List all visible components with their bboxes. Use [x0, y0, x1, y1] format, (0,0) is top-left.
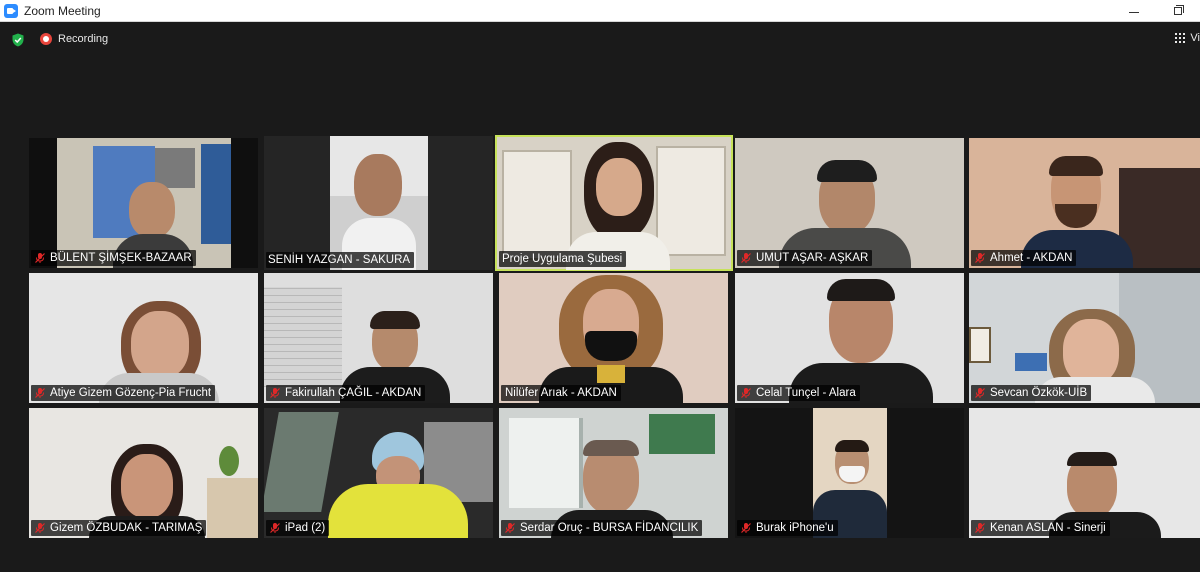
participant-tile[interactable]: BÜLENT ŞİMŞEK-BAZAAR — [29, 138, 258, 268]
name-tag: Atiye Gizem Gözenç-Pia Frucht — [31, 385, 216, 401]
name-tag: SENİH YAZGAN - SAKURA — [266, 252, 415, 268]
participant-tile[interactable]: Nilüfer Arıak - AKDAN — [499, 273, 728, 403]
name-tag: Kenan ASLAN - Sinerji — [971, 520, 1110, 536]
video-feed — [29, 408, 258, 538]
participant-tile[interactable]: Serdar Oruç - BURSA FİDANCILIK — [499, 408, 728, 538]
participant-name: Proje Uygulama Şubesi — [502, 253, 623, 265]
mic-muted-icon — [270, 523, 280, 533]
name-tag: Fakirullah ÇAĞIL - AKDAN — [266, 385, 426, 401]
participant-tile[interactable]: Fakirullah ÇAĞIL - AKDAN — [264, 273, 493, 403]
name-tag: Sevcan Özkök-UİB — [971, 385, 1092, 401]
video-feed — [499, 408, 728, 538]
name-tag: Gizem ÖZBUDAK - TARIMAŞ — [31, 520, 207, 536]
video-feed — [330, 136, 428, 270]
name-tag: Ahmet - AKDAN — [971, 250, 1077, 266]
name-tag: iPad (2) — [266, 520, 330, 536]
video-feed — [969, 138, 1200, 268]
video-feed — [499, 273, 728, 403]
participant-name: iPad (2) — [285, 522, 326, 534]
name-tag: BÜLENT ŞİMŞEK-BAZAAR — [31, 250, 196, 266]
mic-muted-icon — [270, 388, 280, 398]
participant-tile-active-speaker[interactable]: Proje Uygulama Şubesi — [495, 135, 733, 271]
mic-muted-icon — [975, 523, 985, 533]
video-feed — [813, 408, 887, 538]
participant-name: Burak iPhone'u — [756, 522, 834, 534]
name-tag: Nilüfer Arıak - AKDAN — [501, 385, 621, 401]
mic-muted-icon — [505, 523, 515, 533]
participant-tile[interactable]: Sevcan Özkök-UİB — [969, 273, 1200, 403]
participant-tile[interactable]: SENİH YAZGAN - SAKURA — [264, 136, 493, 270]
video-feed — [496, 136, 732, 270]
participant-tile[interactable]: Burak iPhone'u — [735, 408, 964, 538]
video-feed — [735, 138, 964, 268]
participant-name: SENİH YAZGAN - SAKURA — [268, 254, 411, 266]
participant-name: BÜLENT ŞİMŞEK-BAZAAR — [50, 252, 192, 264]
participant-tile[interactable]: Atiye Gizem Gözenç-Pia Frucht — [29, 273, 258, 403]
video-feed — [264, 408, 493, 538]
name-tag: Serdar Oruç - BURSA FİDANCILIK — [501, 520, 703, 536]
mic-muted-icon — [741, 253, 751, 263]
participant-name: Serdar Oruç - BURSA FİDANCILIK — [520, 522, 699, 534]
name-tag: Celal Tunçel - Alara — [737, 385, 860, 401]
name-tag: Proje Uygulama Şubesi — [499, 251, 627, 267]
participant-tile[interactable]: iPad (2) — [264, 408, 493, 538]
video-feed — [969, 273, 1200, 403]
participant-name: Kenan ASLAN - Sinerji — [990, 522, 1106, 534]
mic-muted-icon — [975, 388, 985, 398]
mic-muted-icon — [35, 253, 45, 263]
video-feed — [57, 138, 231, 268]
participant-tile[interactable]: Celal Tunçel - Alara — [735, 273, 964, 403]
participant-name: Atiye Gizem Gözenç-Pia Frucht — [50, 387, 212, 399]
participant-name: Sevcan Özkök-UİB — [990, 387, 1088, 399]
participant-name: Ahmet - AKDAN — [990, 252, 1073, 264]
mic-muted-icon — [35, 388, 45, 398]
mic-muted-icon — [741, 388, 751, 398]
name-tag: Burak iPhone'u — [737, 520, 838, 536]
participant-name: Fakirullah ÇAĞIL - AKDAN — [285, 387, 422, 399]
participant-name: UMUT AŞAR- AŞKAR — [756, 252, 869, 264]
video-feed — [264, 273, 493, 403]
participant-name: Nilüfer Arıak - AKDAN — [505, 387, 617, 399]
name-tag: UMUT AŞAR- AŞKAR — [737, 250, 873, 266]
participant-tile[interactable]: Gizem ÖZBUDAK - TARIMAŞ — [29, 408, 258, 538]
participant-name: Celal Tunçel - Alara — [756, 387, 856, 399]
participant-name: Gizem ÖZBUDAK - TARIMAŞ — [50, 522, 203, 534]
participant-tile[interactable]: UMUT AŞAR- AŞKAR — [735, 138, 964, 268]
video-feed — [735, 273, 964, 403]
gallery-view: BÜLENT ŞİMŞEK-BAZAAR SENİH YAZGAN - SAKU… — [0, 0, 1200, 572]
video-feed — [969, 408, 1200, 538]
participant-tile[interactable]: Ahmet - AKDAN — [969, 138, 1200, 268]
participant-tile[interactable]: Kenan ASLAN - Sinerji — [969, 408, 1200, 538]
mic-muted-icon — [35, 523, 45, 533]
mic-muted-icon — [975, 253, 985, 263]
mic-muted-icon — [741, 523, 751, 533]
video-feed — [29, 273, 258, 403]
